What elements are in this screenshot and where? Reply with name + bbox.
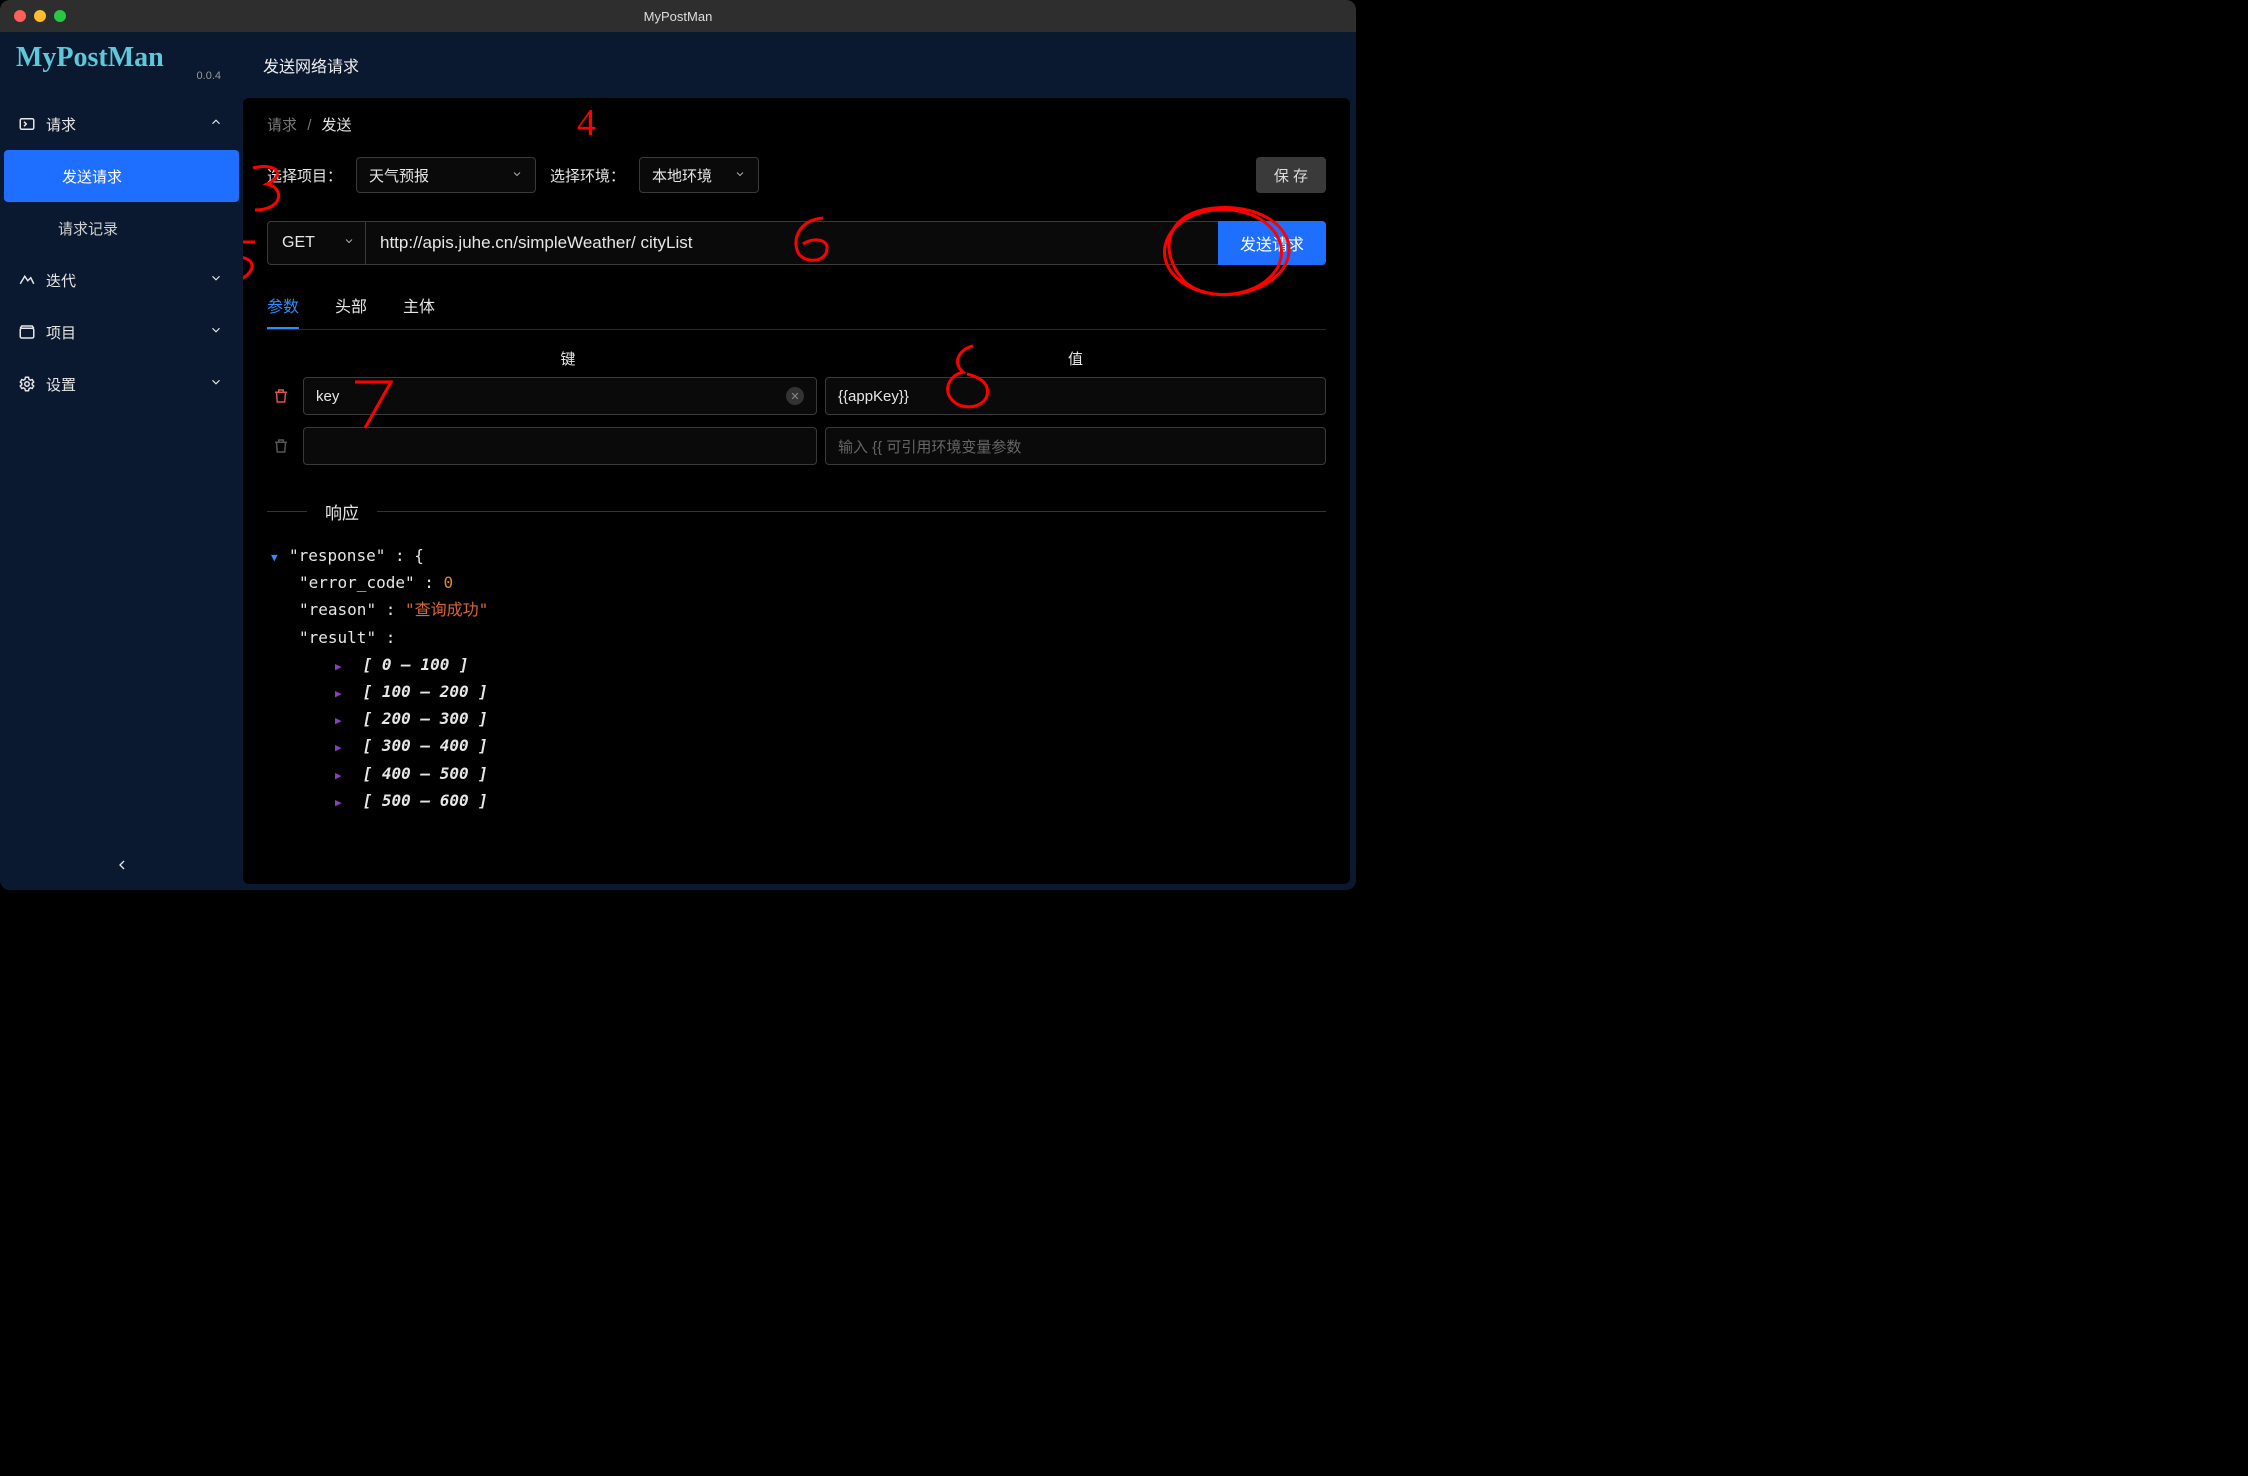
params-header-value: 值 [825,348,1326,369]
nav-group-label: 请求 [46,114,76,135]
breadcrumb-parent[interactable]: 请求 [267,117,297,134]
json-range: [ 100 – 200 ] [363,682,488,701]
param-value-input[interactable]: 输入 {{ 可引用环境变量参数 [825,427,1326,465]
param-value-placeholder: 输入 {{ 可引用环境变量参数 [838,436,1021,457]
param-row: key ✕ {{appKey}} [267,377,1326,415]
sidebar: MyPostMan 0.0.4 请求 发送请 [0,32,243,890]
project-icon [18,323,36,341]
param-value-value: {{appKey}} [838,388,909,405]
json-toggle-icon[interactable] [335,678,349,705]
params-header: 键 值 [267,348,1326,377]
method-value: GET [282,234,315,252]
breadcrumb-current: 发送 [322,117,352,134]
nav-item-label: 发送请求 [62,166,122,187]
nav-item-send-request[interactable]: 发送请求 [4,150,239,202]
tab-headers[interactable]: 头部 [335,285,367,329]
logo-area: MyPostMan 0.0.4 [0,32,243,88]
save-button[interactable]: 保 存 [1256,157,1326,193]
nav-group-label: 设置 [46,374,76,395]
delete-row-button[interactable] [267,437,295,455]
breadcrumb-sep: / [301,117,317,134]
chevron-down-icon [511,167,523,184]
window-title: MyPostMan [0,9,1356,24]
json-toggle-icon[interactable] [335,732,349,759]
env-select-value: 本地环境 [652,165,712,186]
json-toggle-icon[interactable] [335,705,349,732]
json-range: [ 300 – 400 ] [363,736,488,755]
tab-body[interactable]: 主体 [403,285,435,329]
env-label: 选择环境： [550,165,625,186]
response-json: "response" : { "error_code" : 0 "reason"… [267,542,1326,814]
json-toggle-icon[interactable] [335,787,349,814]
json-toggle-icon[interactable] [335,760,349,787]
clear-icon[interactable]: ✕ [786,387,804,405]
iterate-icon [18,271,36,289]
nav: 请求 发送请求 请求记录 [0,98,243,842]
gear-icon [18,375,36,393]
delete-row-button[interactable] [267,387,295,405]
json-toggle-icon[interactable] [335,651,349,678]
response-title: 响应 [307,499,377,524]
request-icon [18,115,36,133]
url-value: http://apis.juhe.cn/simpleWeather/ cityL… [380,233,692,253]
chevron-down-icon [343,234,355,252]
response-divider: 响应 [267,499,1326,524]
nav-item-label: 请求记录 [58,218,118,239]
app-logo: MyPostMan [16,44,227,72]
params-header-key: 键 [311,348,825,369]
param-key-input[interactable]: key ✕ [303,377,817,415]
chevron-left-icon [114,857,130,876]
json-range: [ 0 – 100 ] [363,655,469,674]
project-label: 选择项目： [267,165,342,186]
chevron-down-icon [734,167,746,184]
traffic-lights [0,10,66,22]
json-range: [ 500 – 600 ] [363,791,488,810]
chevron-down-icon [207,271,225,289]
minimize-icon[interactable] [34,10,46,22]
method-select[interactable]: GET [267,221,365,265]
maximize-icon[interactable] [54,10,66,22]
project-select[interactable]: 天气预报 [356,157,536,193]
nav-group-label: 迭代 [46,270,76,291]
nav-group-settings[interactable]: 设置 [0,358,243,410]
send-button[interactable]: 发送请求 [1218,221,1326,265]
param-row-empty: 输入 {{ 可引用环境变量参数 [267,427,1326,465]
nav-group-project[interactable]: 项目 [0,306,243,358]
project-select-value: 天气预报 [369,165,429,186]
title-bar: MyPostMan [0,0,1356,32]
breadcrumb: 请求 / 发送 [267,114,1326,135]
json-range: [ 400 – 500 ] [363,764,488,783]
param-key-value: key [316,388,339,405]
close-icon[interactable] [14,10,26,22]
sidebar-collapse-button[interactable] [0,842,243,890]
param-value-input[interactable]: {{appKey}} [825,377,1326,415]
param-key-input[interactable] [303,427,817,465]
tab-params[interactable]: 参数 [267,285,299,329]
nav-group-iterate[interactable]: 迭代 [0,254,243,306]
app-window: MyPostMan MyPostMan 0.0.4 请求 [0,0,1356,890]
page-title: 发送网络请求 [243,32,1356,98]
json-toggle-icon[interactable] [271,542,285,569]
json-range: [ 200 – 300 ] [363,709,488,728]
nav-group-label: 项目 [46,322,76,343]
annotation-5 [243,240,265,291]
env-select[interactable]: 本地环境 [639,157,759,193]
nav-item-request-history[interactable]: 请求记录 [0,202,243,254]
url-input[interactable]: http://apis.juhe.cn/simpleWeather/ cityL… [365,221,1218,265]
content: 1 4 [243,98,1350,884]
tabs: 参数 头部 主体 [267,285,1326,330]
chevron-down-icon [207,323,225,341]
nav-group-request[interactable]: 请求 [0,98,243,150]
chevron-down-icon [207,375,225,393]
chevron-up-icon [207,115,225,133]
main: 发送网络请求 1 4 [243,32,1356,890]
